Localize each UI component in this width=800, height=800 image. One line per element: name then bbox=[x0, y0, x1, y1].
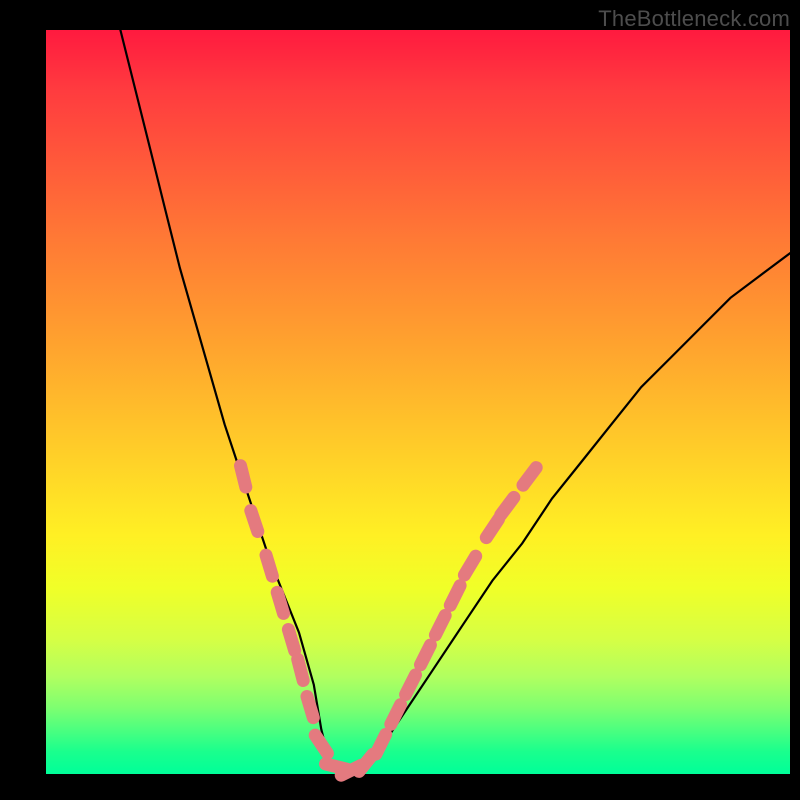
curve-marker bbox=[501, 497, 514, 515]
curve-marker bbox=[421, 645, 431, 665]
curve-marker bbox=[464, 556, 475, 575]
curve-marker bbox=[435, 615, 445, 635]
curve-marker bbox=[376, 734, 386, 754]
curve-marker bbox=[486, 519, 498, 537]
watermark-text: TheBottleneck.com bbox=[598, 6, 790, 32]
curve-marker bbox=[241, 466, 246, 487]
curve-marker bbox=[277, 592, 283, 613]
curve-markers-group bbox=[241, 466, 537, 776]
curve-marker bbox=[251, 511, 258, 532]
curve-marker bbox=[307, 697, 313, 718]
curve-marker bbox=[523, 468, 536, 486]
chart-frame: TheBottleneck.com bbox=[0, 0, 800, 800]
curve-marker bbox=[450, 586, 460, 606]
curve-svg bbox=[46, 30, 790, 774]
curve-marker bbox=[315, 735, 327, 753]
curve-marker bbox=[266, 555, 272, 576]
curve-marker bbox=[288, 630, 294, 651]
curve-marker bbox=[391, 705, 401, 725]
curve-marker bbox=[406, 675, 416, 695]
bottleneck-curve bbox=[120, 30, 790, 774]
curve-marker bbox=[298, 659, 304, 680]
plot-area bbox=[46, 30, 790, 774]
